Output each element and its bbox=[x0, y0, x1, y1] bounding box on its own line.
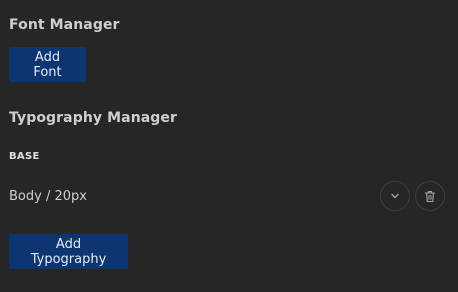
typography-item-label: Body / 20px bbox=[9, 189, 87, 204]
add-font-button[interactable]: Add Font bbox=[9, 47, 86, 82]
font-manager-title: Font Manager bbox=[9, 17, 120, 33]
typography-manager-title: Typography Manager bbox=[9, 110, 178, 126]
typography-item-row: Body / 20px bbox=[0, 180, 458, 214]
typography-group-label: BASE bbox=[9, 151, 40, 162]
add-typography-button[interactable]: Add Typography bbox=[9, 234, 128, 269]
trash-icon bbox=[424, 190, 436, 202]
chevron-down-icon bbox=[391, 193, 399, 199]
expand-typography-button[interactable] bbox=[380, 181, 410, 211]
delete-typography-button[interactable] bbox=[415, 181, 445, 211]
